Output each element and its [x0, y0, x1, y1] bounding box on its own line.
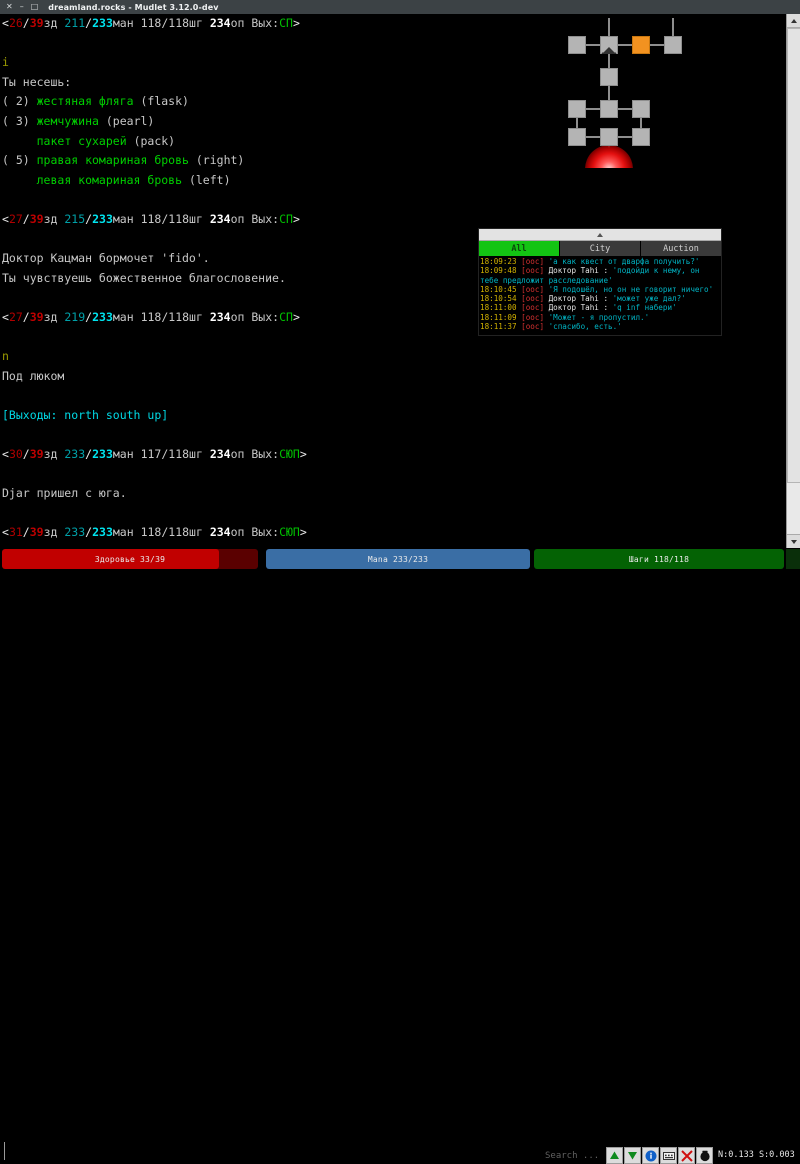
- console-text-line: Под люком: [2, 368, 65, 383]
- map-room[interactable]: [568, 36, 586, 54]
- search-label[interactable]: Search ...: [545, 1151, 599, 1161]
- title-bar: ✕ – □ dreamland.rocks - Mudlet 3.12.0-de…: [0, 0, 800, 14]
- gauge-label: Mana 233/233: [367, 554, 429, 564]
- map-room[interactable]: [632, 128, 650, 146]
- status-gauges: Здоровье 33/39 Mana 233/233 Шаги 118/118: [0, 549, 786, 569]
- map-room[interactable]: [568, 128, 586, 146]
- keyboard-icon[interactable]: [660, 1147, 677, 1164]
- status-prompt-line: <30/39зд 233/233ман 117/118шг 234оп Вых:…: [2, 447, 307, 462]
- network-status: N:0.133 S:0.003: [718, 1150, 795, 1160]
- map-room[interactable]: [600, 68, 618, 86]
- map-panel[interactable]: [480, 18, 780, 168]
- record-icon[interactable]: [696, 1147, 713, 1164]
- map-room[interactable]: [632, 36, 650, 54]
- chat-messages: 18:09:23 [ooc] 'а как квест от дварфа по…: [479, 256, 721, 331]
- chat-message: 18:11:09 [ooc] 'Может - я пропустил.': [480, 312, 650, 322]
- map-room[interactable]: [600, 36, 618, 54]
- inventory-item: левая комариная бровь (left): [36, 172, 231, 187]
- search-down-icon[interactable]: [624, 1147, 641, 1164]
- text-caret: [4, 1142, 5, 1160]
- chat-message: 18:11:00 [ooc] Доктор Tahi : 'q inf набе…: [480, 303, 677, 313]
- close-icon[interactable]: ✕: [6, 3, 13, 11]
- console-text-line: Djar пришел с юга.: [2, 486, 127, 501]
- search-up-icon[interactable]: [606, 1147, 623, 1164]
- chat-tab-auction[interactable]: Auction: [641, 241, 721, 256]
- map-room[interactable]: [600, 128, 618, 146]
- status-prompt-line: <31/39зд 233/233ман 118/118шг 234оп Вых:…: [2, 525, 307, 540]
- map-room-current[interactable]: [600, 160, 618, 168]
- chat-message: 18:09:23 [ooc] 'а как квест от дварфа по…: [480, 257, 700, 266]
- scroll-up-icon[interactable]: [787, 14, 800, 28]
- gauge-health: Здоровье 33/39: [2, 549, 258, 569]
- maximize-icon[interactable]: □: [31, 3, 39, 11]
- status-prompt-line: <27/39зд 215/233ман 118/118шг 234оп Вых:…: [2, 211, 300, 226]
- mudlet-window: ✕ – □ dreamland.rocks - Mudlet 3.12.0-de…: [0, 0, 800, 1164]
- command-input[interactable]: [2, 573, 546, 595]
- chat-tab-all[interactable]: All: [479, 241, 560, 256]
- window-title: dreamland.rocks - Mudlet 3.12.0-dev: [48, 2, 219, 12]
- info-icon[interactable]: [642, 1147, 659, 1164]
- map-room[interactable]: [600, 100, 618, 118]
- chat-message: 18:11:37 [ooc] 'спасибо, есть.': [480, 322, 622, 332]
- map-room[interactable]: [632, 100, 650, 118]
- room-exits-line: [Выходы: north south up]: [2, 407, 169, 422]
- gauge-label: Здоровье 33/39: [94, 554, 166, 564]
- chat-scroll-up-icon[interactable]: [479, 229, 721, 241]
- chat-tab-bar: All City Auction: [479, 241, 721, 256]
- gauge-label: Шаги 118/118: [628, 554, 690, 564]
- window-controls: ✕ – □: [0, 3, 38, 11]
- map-room[interactable]: [664, 36, 682, 54]
- scrollbar-thumb[interactable]: [787, 28, 800, 483]
- scroll-down-icon[interactable]: [787, 534, 800, 548]
- command-row: Search ... N:0.133 S:0.003: [0, 569, 800, 1164]
- map-room[interactable]: [568, 100, 586, 118]
- close-search-icon[interactable]: [678, 1147, 695, 1164]
- echoed-command: n: [2, 349, 9, 364]
- chat-message: 18:10:45 [ooc] 'Я подошёл, но он не гово…: [480, 284, 714, 294]
- search-toolbar: [606, 1147, 713, 1164]
- gauge-edge-filler: [786, 549, 800, 569]
- minimize-icon[interactable]: –: [20, 3, 24, 11]
- gauge-steps: Шаги 118/118: [534, 549, 784, 569]
- console-scrollbar[interactable]: [786, 14, 800, 548]
- gauge-mana: Mana 233/233: [266, 549, 530, 569]
- chat-tab-city[interactable]: City: [560, 241, 641, 256]
- chat-message: 18:10:54 [ooc] Доктор Tahi : 'может уже …: [480, 294, 686, 304]
- chat-panel[interactable]: All City Auction 18:09:23 [ooc] 'а как кве…: [478, 228, 722, 336]
- chat-message: 18:09:48 [ooc] Доктор Tahi : 'подойди к …: [480, 266, 705, 285]
